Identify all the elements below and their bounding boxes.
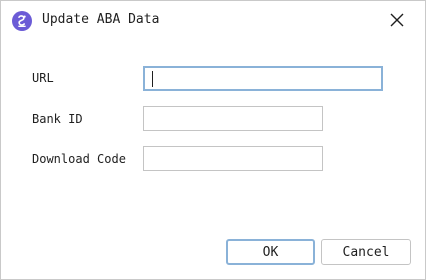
bank-id-input[interactable] (143, 106, 323, 131)
download-code-label: Download Code (32, 152, 126, 166)
title-bar[interactable]: Update ABA Data (1, 1, 425, 39)
url-label: URL (32, 71, 54, 85)
close-button[interactable] (385, 8, 409, 32)
update-aba-dialog: Update ABA Data URL Bank ID Download Cod… (0, 0, 426, 280)
cancel-button[interactable]: Cancel (321, 239, 411, 265)
download-code-input[interactable] (143, 146, 323, 171)
ok-button[interactable]: OK (226, 239, 315, 265)
bank-id-label: Bank ID (32, 112, 83, 126)
close-icon (390, 13, 404, 27)
app-logo-icon (12, 11, 32, 31)
url-input[interactable] (143, 66, 383, 91)
dialog-title: Update ABA Data (42, 12, 160, 27)
text-caret (152, 71, 153, 87)
